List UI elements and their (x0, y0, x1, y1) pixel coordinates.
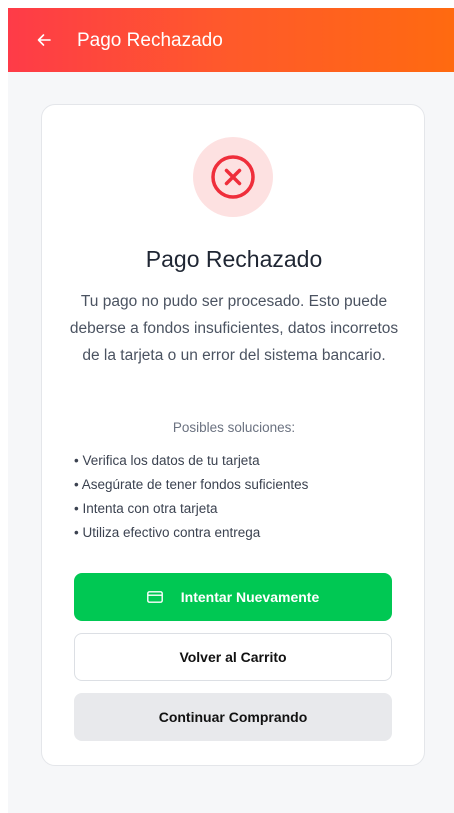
solutions-heading: Posibles soluciones: (172, 420, 296, 435)
rejection-description: Tu pago no pudo ser procesado. Esto pued… (69, 293, 399, 364)
credit-card-icon (146, 591, 163, 603)
back-button[interactable] (34, 30, 54, 50)
solution-item: • Utiliza efectivo contra entrega (74, 525, 261, 540)
solution-item: • Intenta con otra tarjeta (74, 501, 218, 516)
app-screen: Pago Rechazado Pago Rechazado Tu pago no… (8, 8, 454, 813)
top-app-bar: Pago Rechazado (8, 8, 454, 72)
continue-shopping-button[interactable]: Continuar Comprando (74, 693, 392, 741)
solution-item: • Verifica los datos de tu tarjeta (74, 453, 260, 468)
page-title: Pago Rechazado (77, 30, 223, 51)
arrow-left-icon (37, 34, 51, 46)
back-to-cart-button[interactable]: Volver al Carrito (74, 633, 392, 681)
payment-rejected-card: Pago Rechazado Tu pago no pudo ser proce… (41, 104, 425, 766)
back-to-cart-label: Volver al Carrito (179, 649, 287, 665)
solutions-list: • Verifica los datos de tu tarjeta • Ase… (74, 449, 404, 545)
status-icon-badge (193, 137, 273, 217)
rejection-title: Pago Rechazado (145, 246, 323, 272)
retry-payment-label: Intentar Nuevamente (180, 589, 320, 605)
retry-payment-button[interactable]: Intentar Nuevamente (74, 573, 392, 621)
x-circle-icon (211, 155, 255, 199)
solution-item: • Asegúrate de tener fondos suficientes (74, 477, 309, 492)
continue-shopping-label: Continuar Comprando (158, 709, 308, 725)
